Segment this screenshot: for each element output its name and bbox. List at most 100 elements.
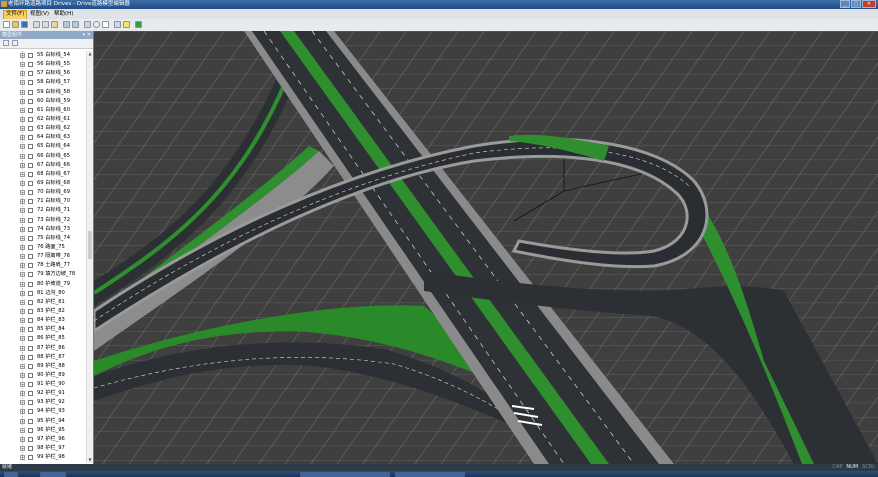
tree-item[interactable]: +83 护栏_82 bbox=[0, 307, 86, 316]
tree-item[interactable]: +74 白标线_73 bbox=[0, 225, 86, 234]
expand-icon[interactable]: + bbox=[20, 53, 25, 58]
tree-item[interactable]: +63 白标线_62 bbox=[0, 124, 86, 133]
tree-item[interactable]: +89 护栏_88 bbox=[0, 362, 86, 371]
3d-viewport[interactable] bbox=[94, 31, 878, 464]
visibility-checkbox[interactable] bbox=[28, 436, 33, 442]
minimize-button[interactable]: _ bbox=[840, 0, 850, 8]
tree-item[interactable]: +93 护栏_92 bbox=[0, 398, 86, 407]
visibility-checkbox[interactable] bbox=[28, 272, 33, 278]
visibility-checkbox[interactable] bbox=[28, 327, 33, 333]
expand-icon[interactable]: + bbox=[20, 363, 25, 369]
expand-icon[interactable]: + bbox=[20, 336, 25, 342]
visibility-checkbox[interactable] bbox=[28, 263, 33, 269]
taskbar-app-active[interactable] bbox=[300, 472, 390, 477]
select-icon[interactable] bbox=[102, 21, 109, 28]
panel-close-icon[interactable]: ✕ bbox=[87, 31, 91, 39]
visibility-checkbox[interactable] bbox=[28, 391, 33, 397]
expand-icon[interactable]: + bbox=[20, 107, 25, 113]
scroll-up-icon[interactable]: ▲ bbox=[87, 51, 93, 57]
expand-icon[interactable]: + bbox=[20, 299, 25, 305]
visibility-checkbox[interactable] bbox=[28, 299, 33, 305]
expand-icon[interactable]: + bbox=[20, 190, 25, 196]
tree-item[interactable]: +81 边沟_80 bbox=[0, 289, 86, 298]
tree-item[interactable]: +59 白标线_58 bbox=[0, 88, 86, 97]
tree-item[interactable]: +69 白标线_68 bbox=[0, 179, 86, 188]
tree-item[interactable]: +58 白标线_57 bbox=[0, 78, 86, 87]
tree-item[interactable]: +71 白标线_70 bbox=[0, 197, 86, 206]
tree-item[interactable]: +75 白标线_74 bbox=[0, 234, 86, 243]
cut-icon[interactable] bbox=[33, 21, 40, 28]
scroll-down-icon[interactable]: ▼ bbox=[87, 457, 93, 463]
tree-item[interactable]: +77 隔离带_76 bbox=[0, 252, 86, 261]
tree-item[interactable]: +66 白标线_65 bbox=[0, 152, 86, 161]
visibility-checkbox[interactable] bbox=[28, 254, 33, 260]
expand-icon[interactable]: + bbox=[20, 308, 25, 314]
expand-icon[interactable]: + bbox=[20, 345, 25, 351]
scroll-thumb[interactable] bbox=[88, 231, 92, 259]
visibility-checkbox[interactable] bbox=[28, 98, 33, 104]
tree-item[interactable]: +73 白标线_72 bbox=[0, 216, 86, 225]
tree-item[interactable]: +92 护栏_91 bbox=[0, 389, 86, 398]
tree-item[interactable]: +91 护栏_90 bbox=[0, 380, 86, 389]
tree-item[interactable]: +85 护栏_84 bbox=[0, 325, 86, 334]
tree-item[interactable]: +79 填方边坡_78 bbox=[0, 270, 86, 279]
visibility-checkbox[interactable] bbox=[28, 226, 33, 232]
expand-icon[interactable]: + bbox=[20, 400, 25, 406]
expand-icon[interactable]: + bbox=[20, 80, 25, 86]
visibility-checkbox[interactable] bbox=[28, 89, 33, 95]
open-icon[interactable] bbox=[12, 21, 19, 28]
expand-icon[interactable]: + bbox=[20, 354, 25, 360]
tree-item[interactable]: +61 白标线_60 bbox=[0, 106, 86, 115]
visibility-checkbox[interactable] bbox=[28, 126, 33, 132]
tree-item[interactable]: +95 护栏_94 bbox=[0, 417, 86, 426]
move-icon[interactable] bbox=[114, 21, 121, 28]
expand-icon[interactable]: + bbox=[20, 427, 25, 433]
paste-icon[interactable] bbox=[51, 21, 58, 28]
maximize-button[interactable]: □ bbox=[851, 0, 861, 8]
expand-icon[interactable]: + bbox=[20, 418, 25, 424]
visibility-checkbox[interactable] bbox=[28, 372, 33, 378]
expand-icon[interactable]: + bbox=[20, 263, 25, 269]
expand-icon[interactable]: + bbox=[20, 135, 25, 141]
visibility-checkbox[interactable] bbox=[28, 455, 33, 461]
expand-icon[interactable]: + bbox=[20, 372, 25, 378]
zoom-icon[interactable] bbox=[93, 21, 100, 28]
expand-icon[interactable]: + bbox=[20, 98, 25, 104]
visibility-checkbox[interactable] bbox=[28, 235, 33, 241]
visibility-checkbox[interactable] bbox=[28, 382, 33, 388]
expand-icon[interactable]: + bbox=[20, 199, 25, 205]
tree-item[interactable]: +82 护栏_81 bbox=[0, 298, 86, 307]
start-button[interactable] bbox=[4, 472, 18, 477]
visibility-checkbox[interactable] bbox=[28, 446, 33, 452]
expand-icon[interactable]: + bbox=[20, 327, 25, 333]
expand-icon[interactable]: + bbox=[20, 446, 25, 452]
visibility-checkbox[interactable] bbox=[28, 281, 33, 287]
tree-item[interactable]: +96 护栏_95 bbox=[0, 426, 86, 435]
visibility-checkbox[interactable] bbox=[28, 144, 33, 150]
tree-item[interactable]: +65 白标线_64 bbox=[0, 142, 86, 151]
expand-icon[interactable]: + bbox=[20, 62, 25, 68]
visibility-checkbox[interactable] bbox=[28, 171, 33, 177]
expand-icon[interactable]: + bbox=[20, 318, 25, 324]
tree-item[interactable]: +72 白标线_71 bbox=[0, 206, 86, 215]
visibility-checkbox[interactable] bbox=[28, 427, 33, 433]
grid-icon[interactable] bbox=[84, 21, 91, 28]
light-icon[interactable] bbox=[123, 21, 130, 28]
tree-item[interactable]: +87 护栏_86 bbox=[0, 344, 86, 353]
expand-icon[interactable]: + bbox=[20, 217, 25, 223]
visibility-checkbox[interactable] bbox=[28, 308, 33, 314]
visibility-checkbox[interactable] bbox=[28, 244, 33, 250]
expand-icon[interactable]: + bbox=[20, 89, 25, 95]
visibility-checkbox[interactable] bbox=[28, 409, 33, 415]
tree-item[interactable]: +99 护栏_98 bbox=[0, 453, 86, 461]
expand-icon[interactable]: + bbox=[20, 272, 25, 278]
expand-icon[interactable]: + bbox=[20, 116, 25, 122]
expand-icon[interactable]: + bbox=[20, 382, 25, 388]
visibility-checkbox[interactable] bbox=[28, 162, 33, 168]
tree-item[interactable]: +60 白标线_59 bbox=[0, 97, 86, 106]
tree-item[interactable]: +86 护栏_85 bbox=[0, 334, 86, 343]
tree-item[interactable]: +57 白标线_56 bbox=[0, 69, 86, 78]
visibility-checkbox[interactable] bbox=[28, 199, 33, 205]
tree-item[interactable]: +90 护栏_89 bbox=[0, 371, 86, 380]
visibility-checkbox[interactable] bbox=[28, 62, 33, 68]
